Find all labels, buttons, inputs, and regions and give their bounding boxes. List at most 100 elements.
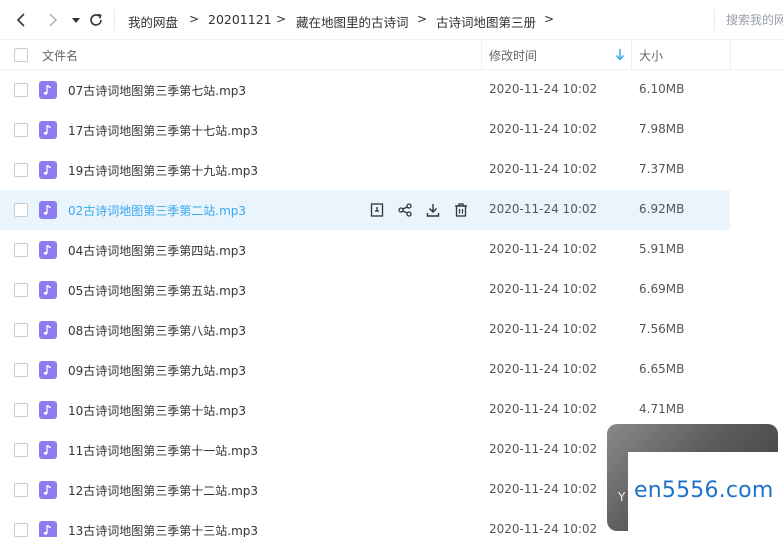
column-header-name[interactable]: 文件名 <box>42 47 78 64</box>
file-size: 6.65MB <box>639 362 685 376</box>
music-note-icon <box>43 364 52 375</box>
music-note-icon <box>43 324 52 335</box>
row-checkbox[interactable] <box>14 203 28 217</box>
search-divider <box>714 10 715 30</box>
file-size: 7.56MB <box>639 322 685 336</box>
music-note-icon <box>43 284 52 295</box>
file-name[interactable]: 10古诗词地图第三季第十站.mp3 <box>68 402 246 419</box>
file-modified-time: 2020-11-24 10:02 <box>489 442 598 456</box>
file-name[interactable]: 05古诗词地图第三季第五站.mp3 <box>68 282 246 299</box>
audio-file-icon <box>39 321 57 339</box>
refresh-button[interactable] <box>87 11 105 29</box>
audio-file-icon <box>39 481 57 499</box>
row-checkbox[interactable] <box>14 123 28 137</box>
search-input[interactable] <box>726 9 783 31</box>
row-checkbox[interactable] <box>14 403 28 417</box>
file-modified-time: 2020-11-24 10:02 <box>489 282 598 296</box>
file-size: 6.10MB <box>639 82 685 96</box>
chevron-right-icon: > <box>544 12 555 26</box>
column-divider <box>481 40 482 70</box>
back-button[interactable] <box>13 11 31 29</box>
row-checkbox[interactable] <box>14 363 28 377</box>
history-dropdown-button[interactable] <box>67 11 85 29</box>
file-name[interactable]: 02古诗词地图第三季第二站.mp3 <box>68 202 246 219</box>
row-checkbox[interactable] <box>14 523 28 537</box>
breadcrumb-item-poetry-folder[interactable]: 藏在地图里的古诗词 <box>296 12 409 31</box>
music-note-icon <box>43 404 52 415</box>
chevron-right-icon: > <box>276 12 287 26</box>
chevron-right-icon: > <box>189 12 200 26</box>
music-note-icon <box>43 244 52 255</box>
file-row[interactable]: 07古诗词地图第三季第七站.mp3 2020-11-24 10:02 6.10MB <box>0 70 730 110</box>
music-note-icon <box>43 524 52 535</box>
file-row[interactable]: 17古诗词地图第三季第十七站.mp3 2020-11-24 10:02 7.98MB <box>0 110 730 150</box>
audio-file-icon <box>39 241 57 259</box>
more-actions-button[interactable] <box>368 201 386 219</box>
file-name[interactable]: 19古诗词地图第三季第十九站.mp3 <box>68 162 258 179</box>
audio-file-icon <box>39 521 57 537</box>
file-name[interactable]: 04古诗词地图第三季第四站.mp3 <box>68 242 246 259</box>
sort-descending-icon[interactable] <box>615 48 625 62</box>
file-name[interactable]: 09古诗词地图第三季第九站.mp3 <box>68 362 246 379</box>
audio-file-icon <box>39 201 57 219</box>
file-row[interactable]: 09古诗词地图第三季第九站.mp3 2020-11-24 10:02 6.65MB <box>0 350 730 390</box>
file-row[interactable]: 02古诗词地图第三季第二站.mp3 2020-11-24 10:02 6.92MB <box>0 190 730 230</box>
file-name[interactable]: 11古诗词地图第三季第十一站.mp3 <box>68 442 258 459</box>
file-modified-time: 2020-11-24 10:02 <box>489 482 598 496</box>
file-name[interactable]: 13古诗词地图第三季第十三站.mp3 <box>68 522 258 537</box>
top-navigation-bar: 我的网盘 > 20201121 > 藏在地图里的古诗词 > 古诗词地图第三册 > <box>0 0 783 40</box>
nav-divider <box>114 10 115 30</box>
download-button[interactable] <box>424 201 442 219</box>
row-checkbox[interactable] <box>14 443 28 457</box>
column-header-modified[interactable]: 修改时间 <box>489 47 537 64</box>
file-modified-time: 2020-11-24 10:02 <box>489 162 598 176</box>
file-modified-time: 2020-11-24 10:02 <box>489 202 598 216</box>
file-name[interactable]: 12古诗词地图第三季第十二站.mp3 <box>68 482 258 499</box>
breadcrumb-item-current-folder[interactable]: 古诗词地图第三册 <box>436 12 536 31</box>
file-name[interactable]: 17古诗词地图第三季第十七站.mp3 <box>68 122 258 139</box>
column-divider <box>730 40 731 70</box>
caret-down-icon <box>72 18 80 23</box>
file-size: 5.91MB <box>639 242 685 256</box>
file-size: 7.37MB <box>639 162 685 176</box>
share-button[interactable] <box>396 201 414 219</box>
chevron-right-icon <box>49 13 58 27</box>
chevron-right-icon: > <box>417 12 428 26</box>
audio-file-icon <box>39 401 57 419</box>
delete-button[interactable] <box>452 201 470 219</box>
file-size: 7.98MB <box>639 122 685 136</box>
row-checkbox[interactable] <box>14 83 28 97</box>
music-note-icon <box>43 484 52 495</box>
breadcrumb-item-root[interactable]: 我的网盘 <box>128 12 178 31</box>
chevron-left-icon <box>16 13 25 27</box>
audio-file-icon <box>39 281 57 299</box>
file-modified-time: 2020-11-24 10:02 <box>489 402 598 416</box>
file-name[interactable]: 07古诗词地图第三季第七站.mp3 <box>68 82 246 99</box>
file-modified-time: 2020-11-24 10:02 <box>489 122 598 136</box>
select-all-checkbox[interactable] <box>14 48 28 62</box>
music-note-icon <box>43 204 52 215</box>
forward-button[interactable] <box>43 11 61 29</box>
file-row[interactable]: 04古诗词地图第三季第四站.mp3 2020-11-24 10:02 5.91MB <box>0 230 730 270</box>
file-row[interactable]: 05古诗词地图第三季第五站.mp3 2020-11-24 10:02 6.69MB <box>0 270 730 310</box>
file-modified-time: 2020-11-24 10:02 <box>489 82 598 96</box>
row-checkbox[interactable] <box>14 323 28 337</box>
row-checkbox[interactable] <box>14 163 28 177</box>
file-modified-time: 2020-11-24 10:02 <box>489 322 598 336</box>
column-divider <box>631 40 632 70</box>
file-size: 4.71MB <box>639 402 685 416</box>
column-header-size[interactable]: 大小 <box>639 47 663 64</box>
music-note-icon <box>43 164 52 175</box>
file-row[interactable]: 08古诗词地图第三季第八站.mp3 2020-11-24 10:02 7.56MB <box>0 310 730 350</box>
file-name[interactable]: 08古诗词地图第三季第八站.mp3 <box>68 322 246 339</box>
row-checkbox[interactable] <box>14 483 28 497</box>
audio-file-icon <box>39 361 57 379</box>
row-checkbox[interactable] <box>14 283 28 297</box>
file-size: 6.69MB <box>639 282 685 296</box>
row-checkbox[interactable] <box>14 243 28 257</box>
breadcrumb-item-date-folder[interactable]: 20201121 <box>208 12 272 27</box>
audio-file-icon <box>39 161 57 179</box>
file-row[interactable]: 19古诗词地图第三季第十九站.mp3 2020-11-24 10:02 7.37MB <box>0 150 730 190</box>
watermark-letter: Y <box>618 490 626 504</box>
file-modified-time: 2020-11-24 10:02 <box>489 362 598 376</box>
